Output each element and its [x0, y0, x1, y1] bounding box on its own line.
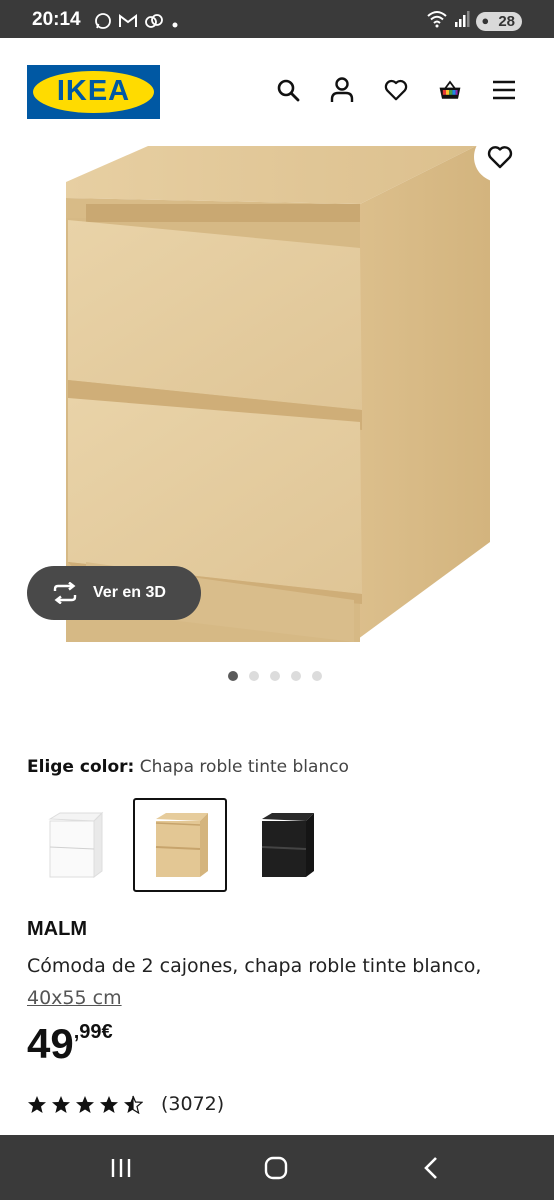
carousel-dot[interactable]	[228, 671, 238, 681]
price-integer: 49	[27, 1020, 74, 1067]
white-dresser-thumbnail	[48, 811, 104, 878]
product-rating[interactable]: (3072)	[27, 1093, 224, 1115]
swatch-white[interactable]	[27, 798, 121, 892]
carousel-dot[interactable]	[312, 671, 322, 681]
status-notification-icons	[94, 12, 180, 34]
recent-apps-button[interactable]	[107, 1155, 135, 1181]
battery-level: 28	[498, 12, 515, 30]
recent-apps-icon	[111, 1159, 131, 1177]
back-button[interactable]	[417, 1155, 445, 1181]
color-value: Chapa roble tinte blanco	[139, 757, 349, 777]
color-selector-heading: Elige color: Chapa roble tinte blanco	[27, 757, 349, 777]
dot-icon	[170, 14, 180, 33]
battery-icon: ● 28	[476, 11, 522, 31]
black-dresser-thumbnail	[261, 813, 314, 877]
star-full-icon	[76, 1095, 94, 1113]
star-full-icon	[100, 1095, 118, 1113]
swatch-black[interactable]	[239, 798, 333, 892]
back-icon	[424, 1157, 437, 1179]
product-price: 49,99€	[27, 1020, 113, 1068]
price-decimal: ,99€	[73, 1021, 113, 1043]
search-icon[interactable]	[276, 78, 300, 102]
system-navigation-bar	[0, 1135, 554, 1200]
star-half-icon	[124, 1095, 143, 1114]
cloud-icon	[144, 12, 164, 34]
whatsapp-icon	[94, 12, 112, 34]
rotate-3d-icon	[53, 582, 77, 604]
logo-text: IKEA	[56, 75, 131, 107]
gmail-icon	[118, 13, 138, 33]
home-button[interactable]	[262, 1155, 290, 1181]
swatch-oak[interactable]	[133, 798, 227, 892]
wishlist-icon[interactable]	[384, 78, 408, 102]
carousel-dot[interactable]	[270, 671, 280, 681]
header-actions	[276, 77, 516, 102]
star-full-icon	[28, 1095, 46, 1113]
signal-icon	[454, 10, 470, 32]
heart-icon	[487, 146, 513, 169]
site-header: IKEA	[0, 38, 554, 142]
home-icon	[264, 1156, 288, 1180]
account-icon[interactable]	[330, 77, 354, 102]
product-description-text: Cómoda de 2 cajones, chapa roble tinte b…	[27, 955, 482, 977]
color-swatches	[27, 798, 333, 892]
star-full-icon	[52, 1095, 70, 1113]
status-bar: 20:14 ● 28	[0, 0, 554, 38]
oak-dresser-thumbnail	[155, 813, 208, 877]
color-label: Elige color:	[27, 757, 135, 777]
carousel-dot[interactable]	[249, 671, 259, 681]
menu-icon[interactable]	[492, 78, 516, 102]
product-description: Cómoda de 2 cajones, chapa roble tinte b…	[27, 950, 527, 1014]
product-size-link[interactable]: 40x55 cm	[27, 987, 122, 1009]
view-3d-button[interactable]: Ver en 3D	[27, 566, 201, 620]
view-3d-label: Ver en 3D	[93, 584, 166, 601]
product-name: MALM	[27, 918, 87, 940]
review-count: (3072)	[161, 1093, 225, 1115]
cart-icon[interactable]	[438, 78, 462, 102]
wifi-icon	[426, 10, 448, 32]
add-to-wishlist-button[interactable]	[474, 132, 526, 182]
status-time: 20:14	[32, 9, 81, 30]
status-system-icons: ● 28	[426, 10, 522, 32]
ikea-logo[interactable]: IKEA	[27, 65, 160, 119]
carousel-dot[interactable]	[291, 671, 301, 681]
carousel-indicators	[228, 671, 322, 681]
